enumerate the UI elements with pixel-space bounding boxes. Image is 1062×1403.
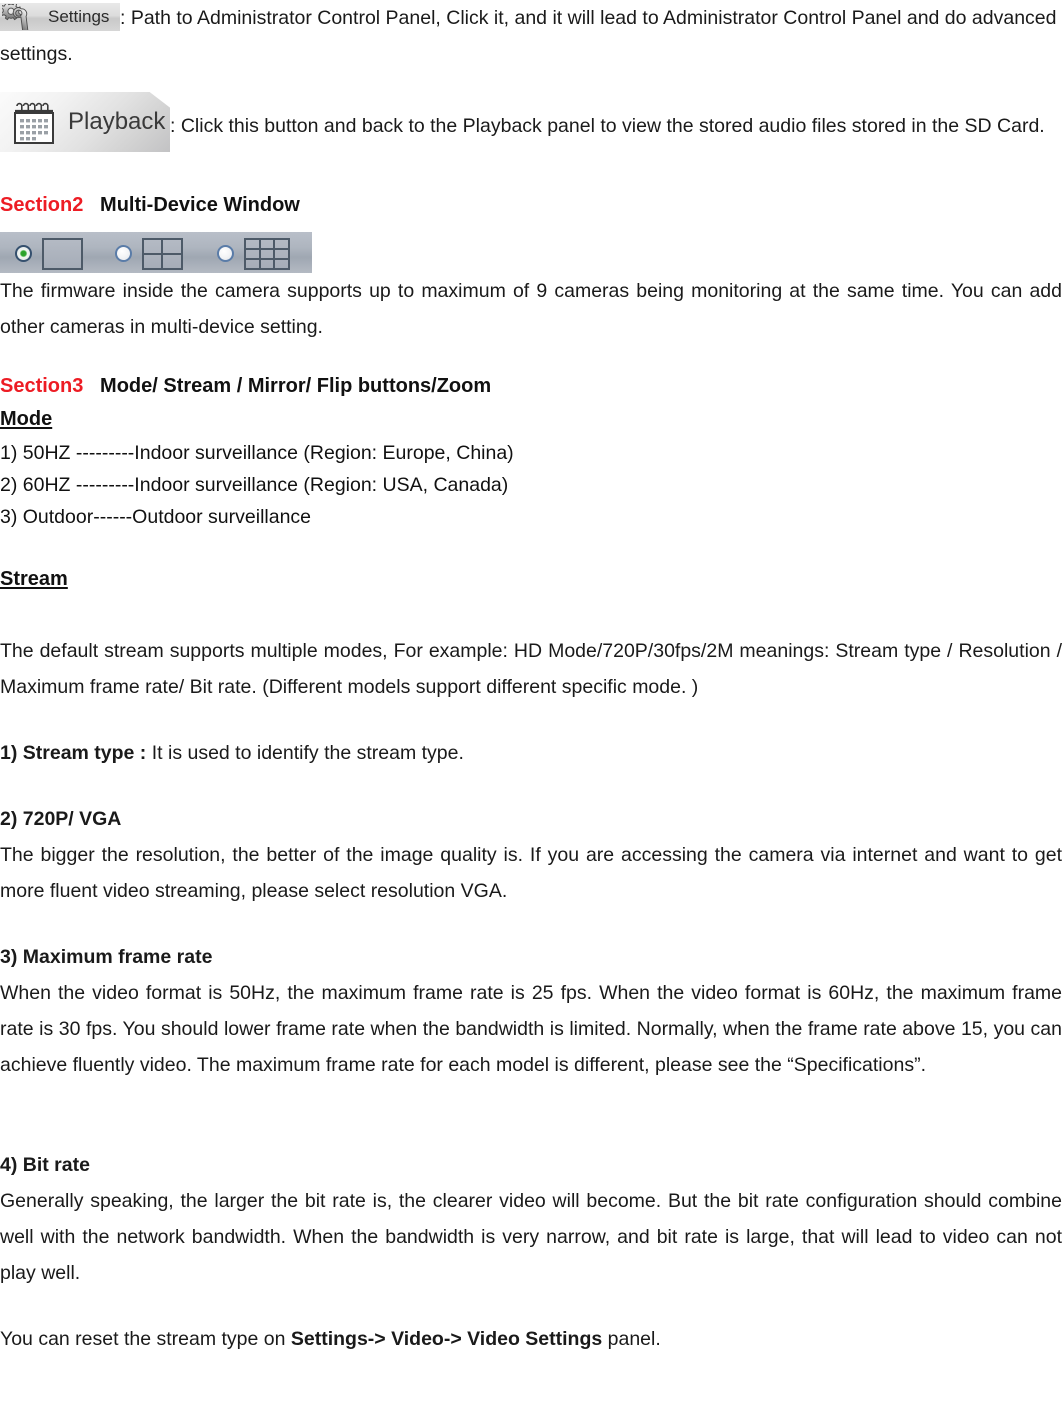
gear-wrench-icon [0,3,46,31]
playback-description: : Click this button and back to the Play… [170,115,1045,137]
section3-title: Mode/ Stream / Mirror/ Flip buttons/Zoom [100,375,492,397]
section2-body: The firmware inside the camera supports … [0,280,1062,338]
mode-heading: Mode [0,408,53,430]
grid-line [246,258,288,260]
grid-line [273,240,275,268]
grid-line [161,240,163,268]
stream-item-4-label: 4) Bit rate [0,1154,90,1176]
stream-item-1-label: 1) Stream type : [0,742,147,764]
grid-1x1-icon[interactable] [42,238,83,270]
radio-quad-view[interactable] [115,245,132,262]
grid-3x3-icon[interactable] [244,238,290,270]
settings-description: : Path to Administrator Control Panel, C… [0,7,1057,65]
section2-number: Section2 [0,194,84,216]
stream-item-3-label: 3) Maximum frame rate [0,946,213,968]
playback-button[interactable]: Playback [0,92,170,152]
stream-footer-path: Settings-> Video-> Video Settings [290,1328,603,1350]
radio-nine-view[interactable] [217,245,234,262]
radio-single-view[interactable] [15,245,32,262]
calendar-icon [10,100,58,146]
playback-paragraph: Playback : Click this button and back to… [0,92,1062,152]
settings-paragraph: Settings : Path to Administrator Control… [0,0,1062,72]
section2-title: Multi-Device Window [100,194,300,216]
grid-line [246,248,288,250]
stream-heading: Stream [0,568,68,590]
section3-heading: Section3 Mode/ Stream / Mirror/ Flip but… [0,369,1062,403]
stream-item-2-label: 2) 720P/ VGA [0,808,122,830]
section3-number: Section3 [0,375,84,397]
grid-line [259,240,261,268]
mode-heading-wrap: Mode [0,403,1062,437]
mode-item-3: 3) Outdoor------Outdoor surveillance [0,506,312,528]
document-page: Settings : Path to Administrator Control… [0,0,1062,1403]
mode-item-1: 1) 50HZ ---------Indoor surveillance (Re… [0,442,514,464]
stream-footer-prefix: You can reset the stream type on [0,1328,291,1350]
grid-2x2-icon[interactable] [142,238,183,270]
stream-intro: The default stream supports multiple mod… [0,640,1062,698]
playback-button-label: Playback [68,108,166,135]
settings-button-label: Settings [48,7,110,26]
section2-separator [83,194,100,216]
mode-item-2: 2) 60HZ ---------Indoor surveillance (Re… [0,474,509,496]
stream-item-4-body: Generally speaking, the larger the bit r… [0,1190,1062,1284]
settings-button[interactable]: Settings [0,3,120,31]
stream-item-1-text: It is used to identify the stream type. [146,742,464,764]
stream-item-2-body: The bigger the resolution, the better of… [0,844,1062,902]
stream-footer-suffix: panel. [602,1328,661,1350]
stream-item-1: 1) Stream type : It is used to identify … [0,735,1062,771]
stream-heading-wrap: Stream [0,563,1062,597]
stream-footer: You can reset the stream type on Setting… [0,1321,1062,1357]
stream-item-3-body: When the video format is 50Hz, the maxim… [0,982,1062,1076]
multi-device-toolbar[interactable] [0,232,312,273]
section3-separator [83,375,100,397]
section2-heading: Section2 Multi-Device Window [0,188,1062,222]
